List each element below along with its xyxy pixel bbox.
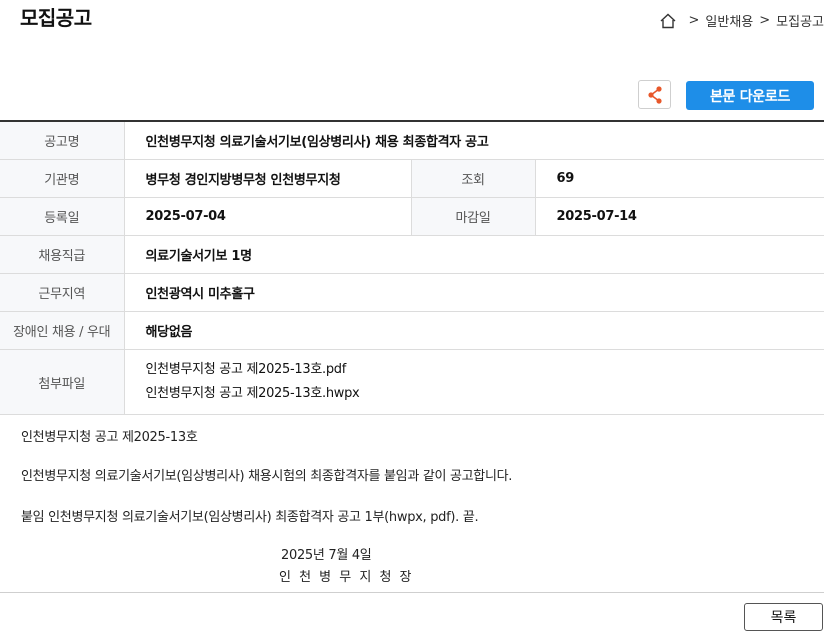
deadline-value: 2025-07-14 — [535, 197, 824, 236]
reg-date-value: 2025-07-04 — [124, 197, 411, 236]
table-row: 장애인 채용 / 우대 해당없음 — [0, 311, 824, 350]
page-title: 모집공고 — [20, 6, 92, 30]
table-row: 공고명 인천병무지청 의료기술서기보(임상병리사) 채용 최종합격자 공고 — [0, 121, 824, 160]
breadcrumb-item-general-hiring[interactable]: 일반채용 — [705, 11, 753, 30]
attach-label: 첨부파일 — [0, 349, 125, 415]
grade-label: 채용직급 — [0, 235, 125, 274]
notice-info-table: 공고명 인천병무지청 의료기술서기보(임상병리사) 채용 최종합격자 공고 기관… — [0, 120, 824, 415]
deadline-label: 마감일 — [410, 197, 536, 236]
body-line: 인천병무지청 의료기술서기보(임상병리사) 채용시험의 최종합격자를 붙임과 같… — [21, 469, 513, 484]
table-row: 첨부파일 인천병무지청 공고 제2025-13호.pdf 인천병무지청 공고 제… — [0, 349, 824, 415]
title-label: 공고명 — [0, 121, 125, 160]
views-label: 조회 — [410, 159, 536, 198]
list-button[interactable]: 목록 — [744, 603, 823, 631]
attachment-link-hwpx[interactable]: 인천병무지청 공고 제2025-13호.hwpx — [146, 382, 824, 406]
download-body-button[interactable]: 본문 다운로드 — [686, 81, 814, 110]
table-row: 등록일 2025-07-04 마감일 2025-07-14 — [0, 197, 824, 236]
table-row: 기관명 병무청 경인지방병무청 인천병무지청 조회 69 — [0, 159, 824, 198]
divider — [0, 592, 824, 593]
share-button[interactable] — [638, 80, 671, 109]
attachment-link-pdf[interactable]: 인천병무지청 공고 제2025-13호.pdf — [146, 358, 824, 382]
title-value: 인천병무지청 의료기술서기보(임상병리사) 채용 최종합격자 공고 — [124, 121, 824, 160]
body-line: 인천병무지청 공고 제2025-13호 — [21, 430, 198, 445]
home-icon[interactable] — [659, 12, 677, 30]
breadcrumb-separator: > — [688, 13, 700, 28]
org-label: 기관명 — [0, 159, 125, 198]
disabled-label: 장애인 채용 / 우대 — [0, 311, 125, 350]
body-signer: 인 천 병 무 지 청 장 — [279, 570, 414, 585]
grade-value: 의료기술서기보 1명 — [124, 235, 824, 274]
region-value: 인천광역시 미추홀구 — [124, 273, 824, 312]
reg-date-label: 등록일 — [0, 197, 125, 236]
disabled-value: 해당없음 — [124, 311, 824, 350]
attachments-cell: 인천병무지청 공고 제2025-13호.pdf 인천병무지청 공고 제2025-… — [124, 349, 824, 415]
breadcrumb-item-notice[interactable]: 모집공고 — [776, 11, 824, 30]
views-value: 69 — [535, 159, 824, 198]
table-row: 근무지역 인천광역시 미추홀구 — [0, 273, 824, 312]
table-row: 채용직급 의료기술서기보 1명 — [0, 235, 824, 274]
share-icon — [647, 85, 662, 104]
org-value: 병무청 경인지방병무청 인천병무지청 — [124, 159, 411, 198]
breadcrumb-separator: > — [759, 13, 771, 28]
body-date: 2025년 7월 4일 — [281, 548, 372, 563]
region-label: 근무지역 — [0, 273, 125, 312]
body-line: 붙임 인천병무지청 의료기술서기보(임상병리사) 최종합격자 공고 1부(hwp… — [21, 510, 479, 525]
breadcrumb: > 일반채용 > 모집공고 — [659, 11, 824, 30]
